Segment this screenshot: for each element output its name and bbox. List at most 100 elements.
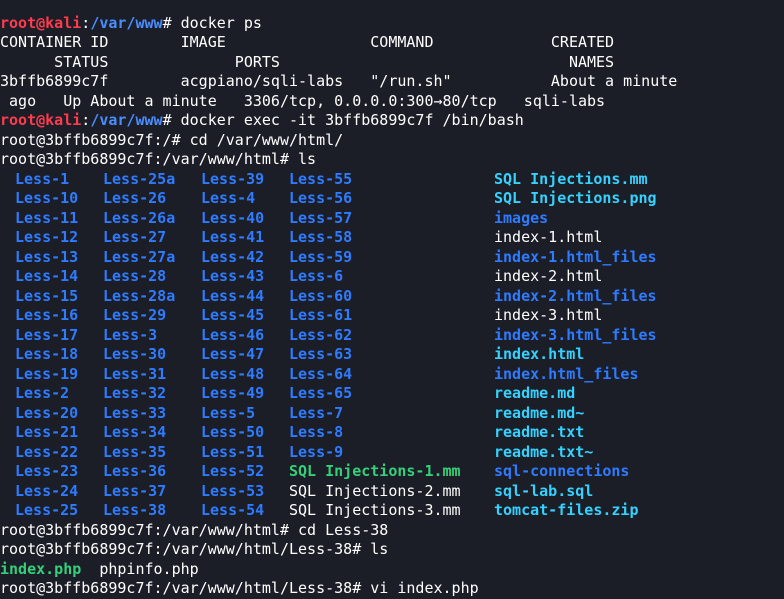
ls-entry: Less-11: [15, 208, 79, 227]
ls-entry: Less-50: [201, 423, 265, 441]
ls-entry: index-3.html_files: [494, 325, 657, 344]
ls-row: Less-2 Less-32 Less-49 Less-65 readme.md: [0, 384, 784, 404]
docker-header-1: CONTAINER ID IMAGE COMMAND CREATED: [0, 33, 615, 51]
ls-entry: Less-44: [201, 286, 265, 305]
terminal-line-docker-exec: root@kali:/var/www# docker exec -it 3bff…: [0, 111, 524, 129]
ls-row: Less-18 Less-30 Less-47 Less-63 index.html: [0, 345, 784, 365]
ls-entry: Less-36: [103, 462, 167, 480]
ls-entry: Less-59: [289, 247, 353, 266]
ls-entry: Less-49: [201, 384, 265, 402]
ls-entry: Less-4: [201, 189, 256, 207]
ls-entry: Less-28a: [103, 286, 176, 305]
ls-entry: Less-42: [201, 247, 265, 266]
ls-entry: Less-20: [15, 403, 79, 422]
ls-entry: Less-29: [103, 306, 167, 324]
ls-entry: Less-27: [103, 228, 167, 246]
terminal-line-cd-less38: root@3bffb6899c7f:/var/www/html# cd Less…: [0, 520, 389, 539]
ls-entry: index.html: [494, 345, 585, 363]
ls-entry: index-1.html_files: [494, 247, 657, 266]
ls-entry: readme.md~: [494, 403, 585, 422]
ls-entry: Less-25a: [103, 169, 176, 188]
ls-entry: Less-46: [201, 325, 265, 344]
terminal-line-ls-less38: root@3bffb6899c7f:/var/www/html/Less-38#…: [0, 540, 389, 558]
ls-entry: Less-47: [201, 345, 265, 363]
ls-row: Less-15 Less-28a Less-44 Less-60 index-2.htm…: [0, 287, 784, 307]
file-index-php: index.php: [0, 559, 82, 578]
ls-entry: Less-31: [103, 364, 167, 383]
ls-entry: Less-3: [103, 325, 158, 344]
ls-entry: Less-40: [201, 208, 265, 227]
ls-entry: index-3.html: [494, 306, 603, 324]
ls-entry: Less-6: [289, 267, 344, 285]
ls-entry: Less-38: [103, 501, 167, 519]
ls-entry: Less-7: [289, 403, 344, 422]
ls-entry: Less-57: [289, 208, 353, 227]
ls-entry: Less-21: [15, 423, 79, 441]
ls-entry: Less-53: [201, 481, 265, 500]
ls-row: Less-17 Less-3 Less-46 Less-62 index-3.html_…: [0, 326, 784, 346]
ls-entry: Less-19: [15, 364, 79, 383]
ls-row: Less-16 Less-29 Less-45 Less-61 index-3.html: [0, 306, 784, 326]
docker-row-1: 3bffb6899c7f acgpiano/sqli-labs "/run.sh…: [0, 72, 678, 90]
ls-entry: Less-23: [15, 462, 79, 480]
ls-entry: Less-12: [15, 228, 79, 246]
ls-entry: Less-41: [201, 228, 265, 246]
ls-entry: SQL Injections-3.mm: [289, 501, 461, 519]
ls-entry: Less-28: [103, 267, 167, 285]
ls-listing: Less-1 Less-25a Less-39 Less-55 SQL Injectio…: [0, 170, 784, 521]
ls-entry: Less-9: [289, 442, 344, 461]
ls-entry: index.html_files: [494, 364, 639, 383]
ls-row: Less-24 Less-37 Less-53 SQL Injections-2.mm…: [0, 482, 784, 502]
ls-row: Less-21 Less-34 Less-50 Less-8 readme.txt: [0, 423, 784, 443]
ls-entry: Less-43: [201, 267, 265, 285]
ls-entry: Less-37: [103, 481, 167, 500]
ls-entry: Less-39: [201, 169, 265, 188]
ls-entry: index-2.html_files: [494, 286, 657, 305]
ls-entry: Less-52: [201, 462, 265, 480]
ls-entry: Less-5: [201, 403, 256, 422]
ls-entry: SQL Injections.mm: [494, 169, 648, 188]
ls-entry: Less-25: [15, 501, 79, 519]
prompt-user-host: root@kali: [0, 111, 82, 129]
ls-entry: readme.txt~: [494, 442, 594, 461]
ls-entry: Less-16: [15, 306, 79, 324]
terminal-line-partial: [0, 0, 784, 14]
ls-entry: Less-26a: [103, 208, 176, 227]
ls-row: Less-12 Less-27 Less-41 Less-58 index-1.html: [0, 228, 784, 248]
ls-entry: Less-63: [289, 345, 353, 363]
prompt-user-host: root@kali: [0, 13, 82, 32]
ls-entry: Less-18: [15, 345, 79, 363]
ls-entry: images: [494, 208, 549, 227]
docker-row-2: ago Up About a minute 3306/tcp, 0.0.0.0:…: [0, 91, 606, 110]
ls-entry: Less-27a: [103, 247, 176, 266]
ls-entry: Less-8: [289, 423, 344, 441]
terminal-window[interactable]: root@kali:/var/www# docker ps CONTAINER …: [0, 0, 784, 598]
ls-entry: Less-56: [289, 189, 353, 207]
ls-entry: tomcat-files.zip: [494, 501, 639, 519]
ls-row: Less-22 Less-35 Less-51 Less-9 readme.txt~: [0, 443, 784, 463]
ls-entry: sql-connections: [494, 462, 630, 480]
ls-entry: Less-51: [201, 442, 265, 461]
ls-entry: Less-55: [289, 169, 353, 188]
terminal-line-docker-ps: root@kali:/var/www# docker ps: [0, 13, 262, 32]
ls-entry: SQL Injections.png: [494, 189, 657, 207]
terminal-line-vi[interactable]: root@3bffb6899c7f:/var/www/html/Less-38#…: [0, 579, 784, 599]
ls-entry: Less-35: [103, 442, 167, 461]
less38-files: index.php phpinfo.php: [0, 560, 784, 580]
terminal-line-cd-html: root@3bffb6899c7f:/# cd /var/www/html/: [0, 130, 344, 149]
ls-entry: Less-13: [15, 247, 79, 266]
ls-entry: Less-34: [103, 423, 167, 441]
ls-entry: SQL Injections-2.mm: [289, 481, 461, 500]
ls-entry: Less-33: [103, 403, 167, 422]
ls-entry: Less-14: [15, 267, 79, 285]
ls-row: Less-10 Less-26 Less-4 Less-56 SQL Injection…: [0, 189, 784, 209]
ls-entry: Less-10: [15, 189, 79, 207]
ls-row: Less-25 Less-38 Less-54 SQL Injections-3.mm…: [0, 501, 784, 521]
ls-row: Less-14 Less-28 Less-43 Less-6 index-2.html: [0, 267, 784, 287]
ls-entry: index-2.html: [494, 267, 603, 285]
ls-row: Less-13 Less-27a Less-42 Less-59 index-1.htm…: [0, 248, 784, 268]
ls-entry: sql-lab.sql: [494, 481, 594, 500]
ls-entry: readme.txt: [494, 423, 585, 441]
ls-entry: Less-15: [15, 286, 79, 305]
terminal-line-ls-html: root@3bffb6899c7f:/var/www/html# ls: [0, 150, 317, 168]
